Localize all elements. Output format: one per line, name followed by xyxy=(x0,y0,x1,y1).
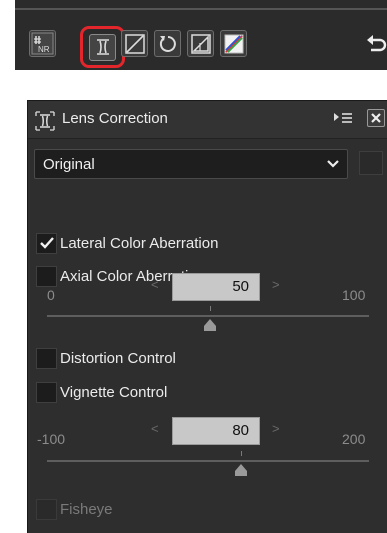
vignette-increase-arrow-icon[interactable]: > xyxy=(272,421,280,436)
levels-button[interactable] xyxy=(121,30,148,57)
vignette-decrease-arrow-icon[interactable]: < xyxy=(151,421,159,436)
lateral-color-aberration-label: Lateral Color Aberration xyxy=(60,234,219,252)
axial-slider-thumb[interactable] xyxy=(203,319,217,331)
axial-decrease-arrow-icon[interactable]: < xyxy=(151,277,159,292)
perspective-button[interactable] xyxy=(187,30,214,57)
svg-text:NR: NR xyxy=(38,45,50,54)
noise-reduction-button[interactable]: NR xyxy=(29,30,56,57)
correction-preset-dropdown[interactable]: Original xyxy=(34,149,348,179)
axial-max-label: 100 xyxy=(342,287,366,303)
color-curve-icon xyxy=(224,34,243,53)
toolbar-divider xyxy=(15,8,387,10)
lens-correction-icon xyxy=(96,39,109,55)
rotate-icon xyxy=(159,35,176,52)
rotate-button[interactable] xyxy=(154,30,181,57)
close-icon xyxy=(371,113,381,123)
noise-reduction-icon: NR xyxy=(31,32,54,55)
vignette-value-input[interactable]: 80 xyxy=(172,417,260,445)
distortion-control-option[interactable]: Distortion Control xyxy=(36,347,176,369)
axial-color-aberration-checkbox[interactable] xyxy=(36,265,57,287)
panel-close-icon[interactable] xyxy=(367,109,385,127)
axial-slider-center-notch xyxy=(210,306,211,311)
vignette-slider-track[interactable] xyxy=(47,460,369,462)
lens-correction-button-face xyxy=(89,33,116,61)
checkmark-icon xyxy=(39,237,54,249)
vignette-max-label: 200 xyxy=(342,431,366,447)
vignette-slider-center-notch xyxy=(241,451,242,456)
lens-correction-icon xyxy=(35,111,55,131)
vignette-control-checkbox[interactable] xyxy=(36,381,57,403)
tool-palette-toolbar: NR xyxy=(15,0,387,70)
distortion-control-label: Distortion Control xyxy=(60,349,176,367)
fisheye-checkbox xyxy=(36,498,57,520)
lens-correction-panel: Lens Correction Original Lateral Color A… xyxy=(27,100,387,533)
fisheye-label: Fisheye xyxy=(60,500,113,518)
chevron-down-icon xyxy=(327,160,339,168)
perspective-icon xyxy=(190,33,211,54)
lens-correction-button[interactable] xyxy=(80,26,125,68)
color-curve-button[interactable] xyxy=(220,30,247,57)
undo-icon[interactable] xyxy=(365,32,387,56)
axial-increase-arrow-icon[interactable]: > xyxy=(272,277,280,292)
panel-title: Lens Correction xyxy=(62,110,168,127)
panel-header: Lens Correction xyxy=(28,101,387,139)
panel-menu-icon[interactable] xyxy=(333,112,353,126)
vignette-control-label: Vignette Control xyxy=(60,383,168,401)
vignette-slider-thumb[interactable] xyxy=(234,464,248,476)
dropdown-selected-value: Original xyxy=(43,156,95,173)
dropdown-side-box xyxy=(359,151,383,175)
vignette-control-option[interactable]: Vignette Control xyxy=(36,381,167,403)
fisheye-option: Fisheye xyxy=(36,498,113,520)
lateral-color-aberration-option[interactable]: Lateral Color Aberration xyxy=(36,232,218,254)
levels-icon xyxy=(124,33,145,54)
axial-value-input[interactable]: 50 xyxy=(172,273,260,301)
axial-slider-track[interactable] xyxy=(47,315,369,317)
vignette-min-label: -100 xyxy=(37,431,66,447)
axial-min-label: 0 xyxy=(47,287,55,303)
distortion-control-checkbox[interactable] xyxy=(36,347,57,369)
lateral-color-aberration-checkbox[interactable] xyxy=(36,232,57,254)
